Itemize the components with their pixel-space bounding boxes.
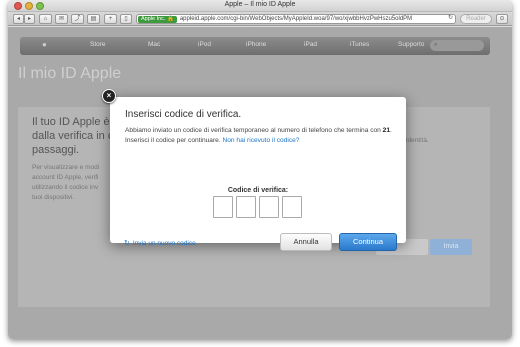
resend-code-link[interactable]: ↻ Invia un nuovo codice — [124, 239, 196, 247]
code-digit-3[interactable] — [259, 196, 279, 218]
mail-icon[interactable]: ✉ — [55, 14, 68, 24]
phone-suffix: 21 — [382, 127, 391, 134]
page-title: Il mio ID Apple — [18, 65, 122, 82]
refresh-icon: ↻ — [124, 240, 130, 247]
apple-logo-icon[interactable]: ● — [42, 40, 47, 49]
nav-item-iphone[interactable]: iPhone — [246, 41, 266, 48]
dialog-title: Inserisci codice di verifica. — [125, 109, 242, 120]
code-digit-1[interactable] — [213, 196, 233, 218]
background-invia-button: Invia — [430, 239, 472, 255]
browser-window: Apple – Il mio ID Apple ◂ ▸ ⌂ ✉ ⤴ ▤ + ▯ … — [8, 0, 512, 339]
address-bar[interactable]: Apple Inc. 🔒 appleid.apple.com/cgi-bin/We… — [136, 14, 456, 24]
back-button[interactable]: ◂ — [13, 14, 24, 24]
ev-certificate-badge[interactable]: Apple Inc. 🔒 — [138, 16, 177, 23]
code-digit-2[interactable] — [236, 196, 256, 218]
apple-nav-bar: ● Store Mac iPod iPhone iPad iTunes Supp… — [20, 37, 490, 55]
code-label: Codice di verifica: — [227, 187, 289, 194]
reload-icon[interactable]: ↻ — [446, 14, 455, 24]
no-code-link[interactable]: Non hai ricevuto il codice? — [223, 137, 300, 144]
background-heading: Il tuo ID Apple è dalla verifica in c pa… — [32, 116, 113, 156]
nav-item-mac[interactable]: Mac — [148, 41, 160, 48]
continue-button[interactable]: Continua — [339, 233, 397, 251]
nav-item-ipad[interactable]: iPad — [304, 41, 317, 48]
nav-item-itunes[interactable]: iTunes — [350, 41, 369, 48]
cancel-button[interactable]: Annulla — [280, 233, 332, 251]
resend-label: Invia un nuovo codice — [132, 240, 196, 247]
home-icon[interactable]: ⌂ — [39, 14, 52, 24]
toolbar: ◂ ▸ ⌂ ✉ ⤴ ▤ + ▯ Apple Inc. 🔒 appleid.appl… — [8, 12, 512, 26]
page-icon: ▯ — [120, 14, 132, 24]
background-right-text: identità. — [406, 137, 429, 144]
nav-item-ipod[interactable]: iPod — [198, 41, 211, 48]
url-text: appleid.apple.com/cgi-bin/WebObjects/MyA… — [179, 16, 413, 22]
forward-button[interactable]: ▸ — [24, 14, 35, 24]
search-icon: ⌕ — [434, 42, 438, 48]
share-icon[interactable]: ⤴ — [71, 14, 84, 24]
window-title: Apple – Il mio ID Apple — [224, 1, 296, 8]
code-input-group — [213, 196, 303, 218]
verification-dialog: × Inserisci codice di verifica. Abbiamo … — [102, 89, 406, 251]
history-icon[interactable]: ▤ — [87, 14, 100, 24]
background-description: Per visualizzare e modi account ID Apple… — [32, 164, 100, 201]
reader-button[interactable]: Reader — [460, 14, 492, 24]
dialog-description: Abbiamo inviato un codice di verifica te… — [125, 126, 395, 146]
title-bar: Apple – Il mio ID Apple — [8, 0, 512, 12]
web-page: ● Store Mac iPod iPhone iPad iTunes Supp… — [8, 27, 512, 339]
code-digit-4[interactable] — [282, 196, 302, 218]
description-text-1: Abbiamo inviato un codice di verifica te… — [125, 127, 383, 134]
downloads-icon[interactable]: ⊙ — [496, 14, 508, 24]
close-icon[interactable]: × — [102, 89, 116, 103]
nav-item-supporto[interactable]: Supporto — [398, 41, 424, 48]
nav-item-store[interactable]: Store — [90, 41, 106, 48]
add-bookmark-button[interactable]: + — [104, 14, 117, 24]
nav-search-field[interactable]: ⌕ — [430, 40, 484, 51]
